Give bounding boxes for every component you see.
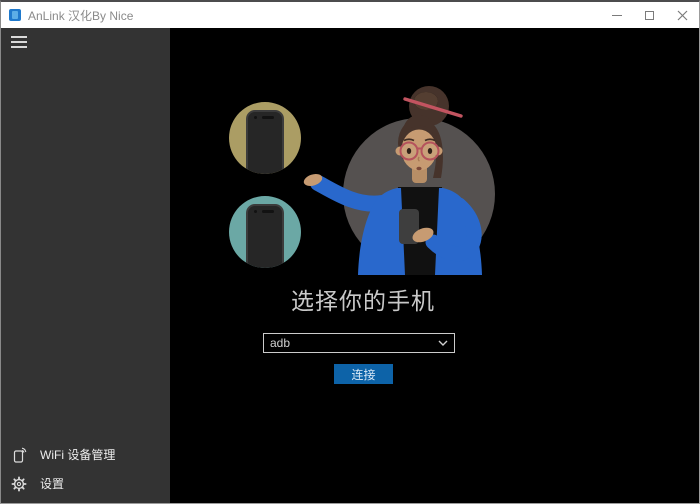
phone-icon xyxy=(246,110,284,174)
gear-icon xyxy=(11,475,27,492)
mouth xyxy=(416,166,422,171)
app-icon-screen xyxy=(12,11,18,19)
window-controls xyxy=(600,2,699,28)
titlebar: AnLink 汉化By Nice xyxy=(1,2,699,28)
woman-illustration xyxy=(303,86,495,275)
device-select-value: adb xyxy=(270,336,291,350)
connect-button[interactable]: 连接 xyxy=(334,364,393,384)
anlink-window: AnLink 汉化By Nice WiFi 设备管理 设置 选择你的手机 adb… xyxy=(0,0,700,504)
window-title: AnLink 汉化By Nice xyxy=(28,8,134,23)
eye xyxy=(406,148,412,154)
phone-option-gold xyxy=(229,102,301,174)
close-button[interactable] xyxy=(666,2,699,28)
phone-camera-dot xyxy=(254,210,257,213)
phone-icon xyxy=(246,204,284,268)
phone-speaker-bar xyxy=(262,116,274,119)
chevron-down-icon xyxy=(438,340,448,346)
page-title: 选择你的手机 xyxy=(291,288,435,314)
sidebar-item-settings[interactable]: 设置 xyxy=(1,469,170,498)
eye xyxy=(427,148,433,154)
minimize-button[interactable] xyxy=(600,2,633,28)
sidebar: WiFi 设备管理 设置 xyxy=(1,28,170,503)
sidebar-item-wifi-manager[interactable]: WiFi 设备管理 xyxy=(1,440,170,469)
app-body: WiFi 设备管理 设置 选择你的手机 adb 连接 xyxy=(1,28,699,503)
sidebar-item-label: WiFi 设备管理 xyxy=(40,448,116,462)
phone-wifi-icon xyxy=(13,447,27,463)
close-icon xyxy=(677,10,688,20)
minimize-icon xyxy=(611,14,622,16)
app-icon xyxy=(9,9,21,21)
main-area: 选择你的手机 adb 连接 xyxy=(170,28,699,503)
phone-option-teal xyxy=(229,196,301,268)
sidebar-item-label: 设置 xyxy=(40,477,65,491)
sidebar-bottom: WiFi 设备管理 设置 xyxy=(1,440,170,503)
maximize-icon xyxy=(645,10,654,20)
hamburger-menu-button[interactable] xyxy=(11,36,27,48)
phone-camera-dot xyxy=(254,116,257,119)
maximize-button[interactable] xyxy=(633,2,666,28)
phone-speaker-bar xyxy=(262,210,274,213)
menu-icon xyxy=(11,36,27,38)
device-select[interactable]: adb xyxy=(263,333,455,353)
